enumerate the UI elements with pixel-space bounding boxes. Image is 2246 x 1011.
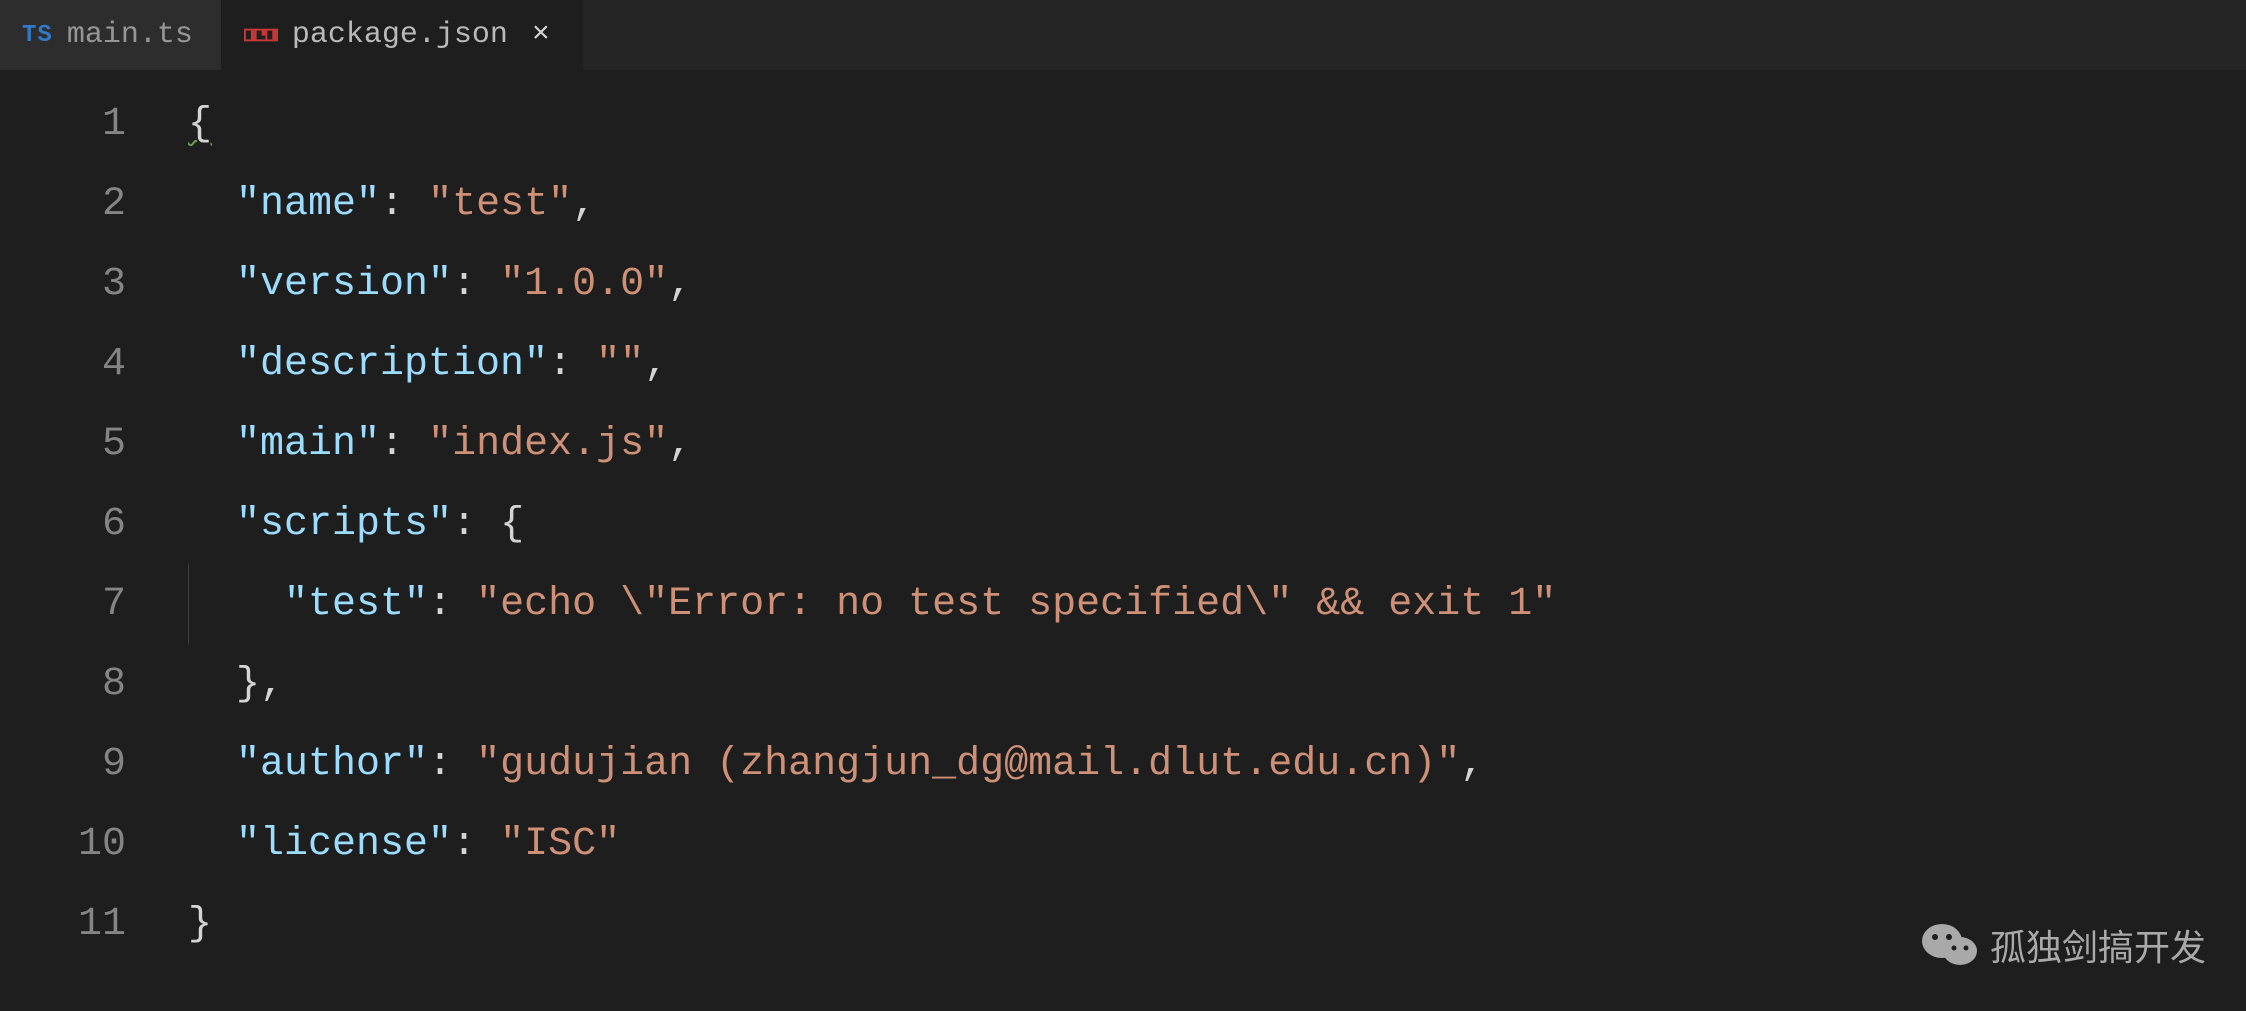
code-line: "author": "gudujian (zhangjun_dg@mail.dl… [188, 724, 2086, 804]
line-number: 8 [0, 644, 170, 724]
code-line: "license": "ISC" [188, 804, 2086, 884]
code-line: "main": "index.js", [188, 404, 2086, 484]
tab-main-ts[interactable]: TS main.ts [0, 0, 222, 70]
code-line: } [188, 884, 2086, 964]
tab-package-json[interactable]: package.json × [222, 0, 583, 70]
line-number-gutter: 1 2 3 4 5 6 7 8 9 10 11 [0, 70, 170, 1011]
code-line: }, [188, 644, 2086, 724]
line-number: 11 [0, 884, 170, 964]
close-icon[interactable]: × [528, 20, 554, 50]
line-number: 3 [0, 244, 170, 324]
tab-bar: TS main.ts package.json × [0, 0, 2246, 70]
code-line: { [188, 84, 2086, 164]
minimap[interactable] [2086, 70, 2246, 1011]
npm-icon [244, 27, 278, 43]
line-number: 10 [0, 804, 170, 884]
tab-label: main.ts [67, 18, 193, 52]
tab-label: package.json [292, 18, 508, 52]
editor-area: 1 2 3 4 5 6 7 8 9 10 11 { "name": "test"… [0, 70, 2246, 1011]
line-number: 2 [0, 164, 170, 244]
code-line: "test": "echo \"Error: no test specified… [188, 564, 2086, 644]
code-content[interactable]: { "name": "test", "version": "1.0.0", "d… [170, 70, 2086, 1011]
line-number: 7 [0, 564, 170, 644]
code-line: "name": "test", [188, 164, 2086, 244]
code-line: "version": "1.0.0", [188, 244, 2086, 324]
line-number: 5 [0, 404, 170, 484]
code-line: "description": "", [188, 324, 2086, 404]
line-number: 1 [0, 84, 170, 164]
code-line: "scripts": { [188, 484, 2086, 564]
line-number: 9 [0, 724, 170, 804]
line-number: 6 [0, 484, 170, 564]
typescript-icon: TS [22, 22, 53, 49]
line-number: 4 [0, 324, 170, 404]
